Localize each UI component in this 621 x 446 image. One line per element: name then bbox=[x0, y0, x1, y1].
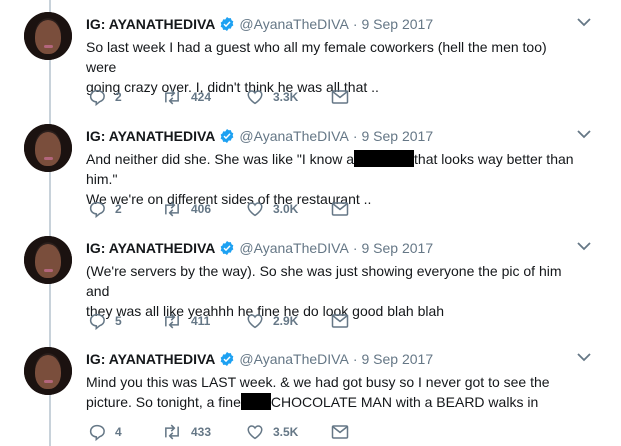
tweet-text-segment: And neither did she. She was like "I kno… bbox=[86, 151, 355, 167]
tweet-text-segment: CHOCOLATE MAN with a BEARD walks in bbox=[270, 394, 539, 410]
tweet-header: IG: AYANATHEDIVA @AyanaTheDIVA · 9 Sep 2… bbox=[86, 126, 433, 146]
tweet[interactable]: IG: AYANATHEDIVA @AyanaTheDIVA · 9 Sep 2… bbox=[0, 224, 621, 335]
like-icon bbox=[247, 314, 263, 329]
retweet-count: 406 bbox=[191, 202, 212, 216]
tweet-text-segment: picture. So tonight, a fine bbox=[86, 394, 241, 410]
verified-badge-icon bbox=[221, 129, 234, 143]
separator-dot: · bbox=[352, 351, 358, 367]
tweet-text-line: And neither did she. She was like "I kno… bbox=[86, 149, 576, 189]
direct-message-icon bbox=[331, 202, 349, 216]
user-handle[interactable]: @AyanaTheDIVA bbox=[239, 351, 348, 367]
reply-button[interactable]: 2 bbox=[88, 86, 122, 108]
direct-message-button[interactable] bbox=[331, 421, 349, 443]
tweet-text-line: Mind you this was LAST week. & we had go… bbox=[86, 374, 550, 390]
reply-icon bbox=[89, 313, 105, 330]
tweet[interactable]: IG: AYANATHEDIVA @AyanaTheDIVA · 9 Sep 2… bbox=[0, 335, 621, 446]
user-handle[interactable]: @AyanaTheDIVA bbox=[239, 16, 348, 32]
redaction-block bbox=[240, 393, 271, 410]
verified-badge-icon bbox=[221, 17, 234, 31]
retweet-count: 424 bbox=[191, 90, 212, 104]
like-count: 2.9K bbox=[273, 314, 299, 328]
like-button[interactable]: 3.3K bbox=[246, 86, 298, 108]
direct-message-icon bbox=[331, 425, 349, 439]
retweet-icon bbox=[165, 424, 179, 440]
display-name[interactable]: IG: AYANATHEDIVA bbox=[86, 128, 215, 144]
retweet-button[interactable]: 406 bbox=[162, 198, 211, 220]
tweet-text-line: (We're servers by the way). So she was j… bbox=[86, 263, 562, 299]
retweet-button[interactable]: 433 bbox=[162, 421, 211, 443]
reply-count: 4 bbox=[115, 425, 122, 439]
like-count: 3.0K bbox=[273, 202, 299, 216]
tweet-header: IG: AYANATHEDIVA @AyanaTheDIVA · 9 Sep 2… bbox=[86, 238, 433, 258]
tweet-date[interactable]: 9 Sep 2017 bbox=[361, 240, 433, 256]
direct-message-button[interactable] bbox=[331, 310, 349, 332]
tweet-date[interactable]: 9 Sep 2017 bbox=[361, 16, 433, 32]
retweet-icon bbox=[165, 89, 179, 105]
direct-message-button[interactable] bbox=[331, 198, 349, 220]
direct-message-button[interactable] bbox=[331, 86, 349, 108]
tweet-header: IG: AYANATHEDIVA @AyanaTheDIVA · 9 Sep 2… bbox=[86, 349, 433, 369]
like-icon bbox=[247, 202, 263, 217]
avatar[interactable] bbox=[24, 236, 72, 284]
tweet-header: IG: AYANATHEDIVA @AyanaTheDIVA · 9 Sep 2… bbox=[86, 14, 433, 34]
user-handle[interactable]: @AyanaTheDIVA bbox=[239, 240, 348, 256]
reply-button[interactable]: 2 bbox=[88, 198, 122, 220]
reply-icon bbox=[89, 201, 105, 218]
display-name[interactable]: IG: AYANATHEDIVA bbox=[86, 351, 215, 367]
tweet-text: Mind you this was LAST week. & we had go… bbox=[86, 372, 576, 412]
like-button[interactable]: 2.9K bbox=[246, 310, 298, 332]
separator-dot: · bbox=[352, 16, 358, 32]
like-icon bbox=[247, 90, 263, 105]
retweet-icon bbox=[165, 313, 179, 329]
user-handle[interactable]: @AyanaTheDIVA bbox=[239, 128, 348, 144]
redaction-block bbox=[354, 150, 415, 167]
verified-badge-icon bbox=[221, 241, 234, 255]
like-button[interactable]: 3.5K bbox=[246, 421, 298, 443]
like-count: 3.5K bbox=[273, 425, 299, 439]
avatar[interactable] bbox=[24, 124, 72, 172]
like-icon bbox=[247, 425, 263, 440]
verified-badge-icon bbox=[221, 352, 234, 366]
tweet-actions: 2 406 3.0K bbox=[86, 198, 386, 220]
retweet-count: 433 bbox=[191, 425, 212, 439]
avatar[interactable] bbox=[24, 347, 72, 395]
tweet-text-line: picture. So tonight, a fine CHOCOLATE MAN… bbox=[86, 392, 576, 412]
direct-message-icon bbox=[331, 90, 349, 104]
avatar[interactable] bbox=[24, 12, 72, 60]
reply-icon bbox=[89, 89, 105, 106]
reply-count: 2 bbox=[115, 90, 122, 104]
chevron-down-icon[interactable] bbox=[577, 17, 591, 27]
retweet-button[interactable]: 411 bbox=[162, 310, 210, 332]
reply-button[interactable]: 5 bbox=[88, 310, 122, 332]
retweet-button[interactable]: 424 bbox=[162, 86, 211, 108]
display-name[interactable]: IG: AYANATHEDIVA bbox=[86, 240, 215, 256]
display-name[interactable]: IG: AYANATHEDIVA bbox=[86, 16, 215, 32]
tweet[interactable]: IG: AYANATHEDIVA @AyanaTheDIVA · 9 Sep 2… bbox=[0, 112, 621, 223]
retweet-count: 411 bbox=[191, 314, 211, 328]
tweet[interactable]: IG: AYANATHEDIVA @AyanaTheDIVA · 9 Sep 2… bbox=[0, 0, 621, 111]
tweet-date[interactable]: 9 Sep 2017 bbox=[361, 128, 433, 144]
chevron-down-icon[interactable] bbox=[577, 352, 591, 362]
separator-dot: · bbox=[352, 128, 358, 144]
tweet-date[interactable]: 9 Sep 2017 bbox=[361, 351, 433, 367]
reply-count: 2 bbox=[115, 202, 122, 216]
tweet-actions: 2 424 3.3K bbox=[86, 86, 386, 108]
direct-message-icon bbox=[331, 314, 349, 328]
chevron-down-icon[interactable] bbox=[577, 241, 591, 251]
tweet-text-line: So last week I had a guest who all my fe… bbox=[86, 39, 547, 75]
reply-count: 5 bbox=[115, 314, 122, 328]
chevron-down-icon[interactable] bbox=[577, 129, 591, 139]
tweet-actions: 5 411 2.9K bbox=[86, 310, 386, 332]
like-count: 3.3K bbox=[273, 90, 299, 104]
reply-button[interactable]: 4 bbox=[88, 421, 122, 443]
separator-dot: · bbox=[352, 240, 358, 256]
retweet-icon bbox=[165, 201, 179, 217]
like-button[interactable]: 3.0K bbox=[246, 198, 298, 220]
tweet-actions: 4 433 3.5K bbox=[86, 421, 386, 443]
reply-icon bbox=[89, 424, 105, 441]
